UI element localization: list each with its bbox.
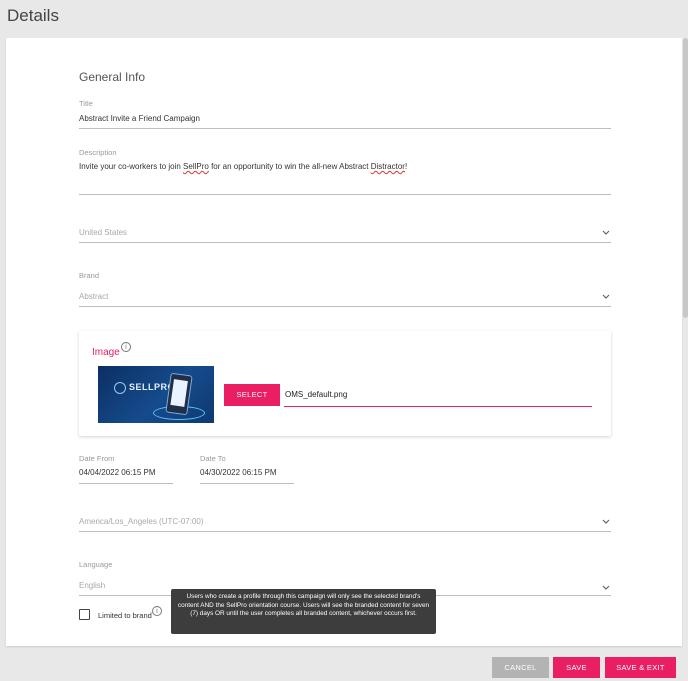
description-textarea[interactable]: Invite your co-workers to join SellPro f… [79, 162, 407, 171]
save-and-exit-button[interactable]: SAVE & EXIT [605, 657, 676, 678]
brand-label: Brand [79, 271, 100, 280]
brand-select[interactable]: Abstract [79, 292, 108, 301]
spellcheck-word-sellpro: SellPro [183, 162, 209, 171]
chevron-down-icon[interactable] [601, 518, 611, 526]
date-to-underline [200, 483, 294, 484]
description-text-3: ! [404, 162, 408, 171]
image-filename-underline [284, 406, 592, 407]
date-from-underline [79, 483, 173, 484]
description-underline [79, 194, 611, 195]
save-button[interactable]: SAVE [553, 657, 600, 678]
section-title-general-info: General Info [79, 70, 146, 84]
chevron-down-icon[interactable] [601, 584, 611, 592]
tooltip: Users who create a profile through this … [171, 589, 436, 634]
timezone-underline [79, 531, 611, 532]
language-label: Language [79, 560, 113, 569]
scrollbar-thumb[interactable] [683, 38, 688, 318]
logo-icon [114, 382, 126, 394]
image-thumbnail: SELLPRO [98, 366, 214, 423]
image-filename-input[interactable]: OMS_default.png [285, 390, 347, 399]
spellcheck-word-distractor: Distractor [370, 162, 405, 171]
title-underline [79, 128, 611, 129]
limited-to-brand-checkbox[interactable] [79, 609, 90, 620]
date-to-input[interactable]: 04/30/2022 06:15 PM [200, 468, 277, 477]
page-title: Details [7, 6, 59, 25]
chevron-down-icon[interactable] [601, 229, 611, 237]
title-input[interactable]: Abstract Invite a Friend Campaign [79, 114, 200, 123]
select-image-button[interactable]: SELECT [224, 384, 280, 406]
title-label: Title [79, 99, 93, 108]
date-from-input[interactable]: 04/04/2022 06:15 PM [79, 468, 156, 477]
limited-to-brand-label: Limited to brand [98, 611, 152, 620]
description-text-2: for an opportunity to win the all-new Ab… [208, 162, 371, 171]
cancel-button[interactable]: CANCEL [492, 657, 549, 678]
language-select[interactable]: English [79, 581, 105, 590]
description-text-1: Invite your co-workers to join [79, 162, 184, 171]
date-to-label: Date To [200, 454, 226, 463]
chevron-down-icon[interactable] [601, 293, 611, 301]
timezone-select[interactable]: America/Los_Angeles (UTC-07:00) [79, 517, 204, 526]
country-underline [79, 242, 611, 243]
description-label: Description [79, 148, 117, 157]
image-label: Image [92, 347, 120, 358]
date-from-label: Date From [79, 454, 115, 463]
country-select[interactable]: United States [79, 228, 127, 237]
info-icon[interactable]: i [152, 606, 162, 616]
info-icon[interactable]: i [121, 342, 131, 352]
brand-underline [79, 306, 611, 307]
